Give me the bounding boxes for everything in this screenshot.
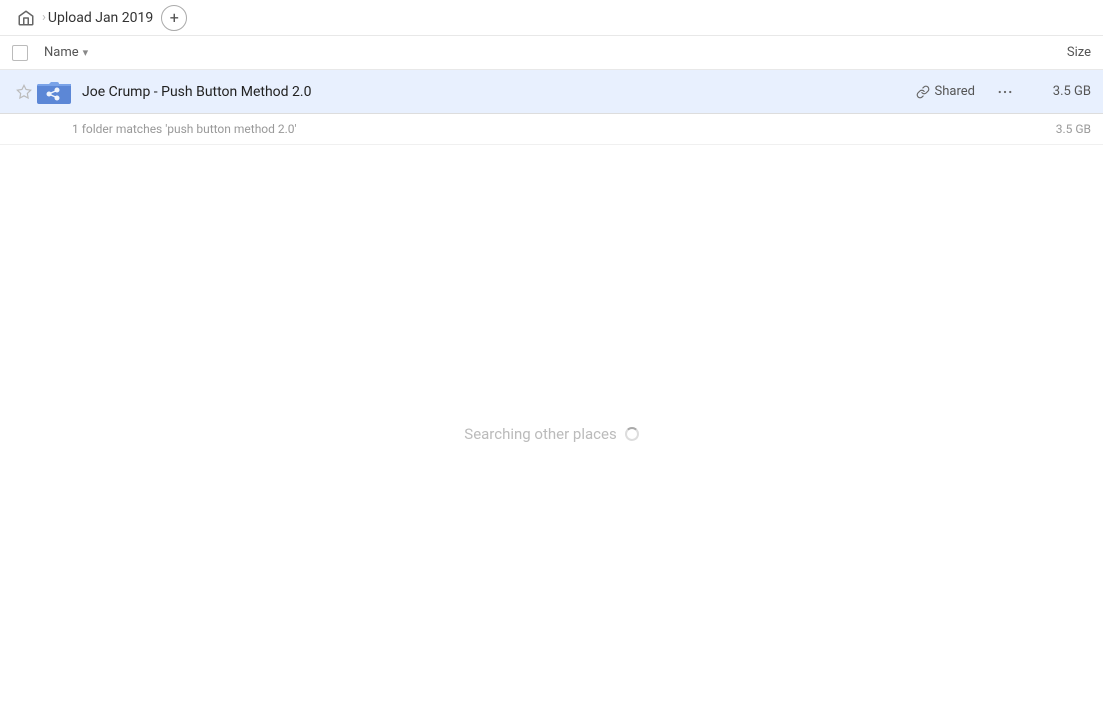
searching-area: Searching other places xyxy=(0,145,1103,443)
searching-text: Searching other places xyxy=(464,425,616,443)
more-icon xyxy=(996,83,1014,101)
select-all-checkbox[interactable] xyxy=(12,45,44,61)
match-info-row: 1 folder matches 'push button method 2.0… xyxy=(0,114,1103,145)
breadcrumb-chevron: › xyxy=(42,10,46,25)
add-button[interactable]: + xyxy=(161,5,187,31)
column-header: Name ▾ Size xyxy=(0,36,1103,70)
checkbox[interactable] xyxy=(12,45,28,61)
shared-badge: Shared xyxy=(916,84,975,99)
breadcrumb-title: Upload Jan 2019 xyxy=(48,10,153,26)
home-button[interactable] xyxy=(12,4,40,32)
link-icon xyxy=(916,85,930,99)
folder-icon xyxy=(36,74,72,110)
file-size: 3.5 GB xyxy=(1031,84,1091,99)
name-column-header[interactable]: Name ▾ xyxy=(44,45,1011,60)
size-column-header: Size xyxy=(1011,45,1091,60)
file-name[interactable]: Joe Crump - Push Button Method 2.0 xyxy=(82,84,916,100)
sort-chevron-icon: ▾ xyxy=(83,46,89,59)
more-options-button[interactable] xyxy=(991,78,1019,106)
match-text: 1 folder matches 'push button method 2.0… xyxy=(72,122,1031,136)
file-row: Joe Crump - Push Button Method 2.0 Share… xyxy=(0,70,1103,114)
match-size: 3.5 GB xyxy=(1031,122,1091,136)
shared-label: Shared xyxy=(935,84,975,99)
name-label: Name xyxy=(44,45,79,60)
star-button[interactable] xyxy=(12,84,36,100)
loading-spinner xyxy=(625,427,639,441)
header: › Upload Jan 2019 + xyxy=(0,0,1103,36)
